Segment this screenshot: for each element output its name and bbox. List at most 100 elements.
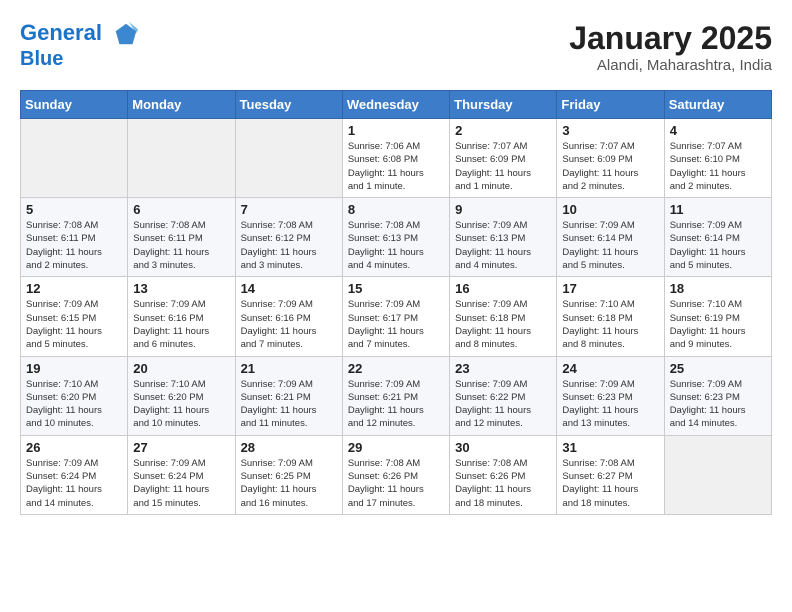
day-number: 26 [26,440,122,455]
day-cell-10: 10 Sunrise: 7:09 AM Sunset: 6:14 PM Dayli… [557,198,664,277]
week-row-3: 12 Sunrise: 7:09 AM Sunset: 6:15 PM Dayli… [21,277,772,356]
empty-cell [664,435,771,514]
week-row-1: 1Sunrise: 7:06 AM Sunset: 6:08 PM Daylig… [21,119,772,198]
day-info: Sunrise: 7:08 AM Sunset: 6:13 PM Dayligh… [348,219,444,272]
day-info: Sunrise: 7:08 AM Sunset: 6:26 PM Dayligh… [348,457,444,510]
weekday-header-row: SundayMondayTuesdayWednesdayThursdayFrid… [21,91,772,119]
day-info: Sunrise: 7:09 AM Sunset: 6:24 PM Dayligh… [26,457,122,510]
day-number: 8 [348,202,444,217]
day-cell-22: 22Sunrise: 7:09 AM Sunset: 6:21 PM Dayli… [342,356,449,435]
day-cell-24: 24Sunrise: 7:09 AM Sunset: 6:23 PM Dayli… [557,356,664,435]
day-number: 6 [133,202,229,217]
day-info: Sunrise: 7:10 AM Sunset: 6:18 PM Dayligh… [562,298,658,351]
day-info: Sunrise: 7:09 AM Sunset: 6:21 PM Dayligh… [241,378,337,431]
day-info: Sunrise: 7:09 AM Sunset: 6:14 PM Dayligh… [562,219,658,272]
day-number: 11 [670,202,766,217]
empty-cell [128,119,235,198]
day-info: Sunrise: 7:08 AM Sunset: 6:11 PM Dayligh… [26,219,122,272]
weekday-header-wednesday: Wednesday [342,91,449,119]
day-number: 30 [455,440,551,455]
day-number: 28 [241,440,337,455]
weekday-header-sunday: Sunday [21,91,128,119]
day-info: Sunrise: 7:08 AM Sunset: 6:12 PM Dayligh… [241,219,337,272]
day-info: Sunrise: 7:09 AM Sunset: 6:16 PM Dayligh… [133,298,229,351]
day-number: 15 [348,281,444,296]
day-info: Sunrise: 7:06 AM Sunset: 6:08 PM Dayligh… [348,140,444,193]
day-number: 25 [670,361,766,376]
day-info: Sunrise: 7:07 AM Sunset: 6:10 PM Dayligh… [670,140,766,193]
day-number: 19 [26,361,122,376]
day-cell-7: 7 Sunrise: 7:08 AM Sunset: 6:12 PM Daylig… [235,198,342,277]
day-cell-15: 15 Sunrise: 7:09 AM Sunset: 6:17 PM Dayli… [342,277,449,356]
day-number: 20 [133,361,229,376]
title-area: January 2025 Alandi, Maharashtra, India [569,20,772,74]
day-cell-5: 5 Sunrise: 7:08 AM Sunset: 6:11 PM Daylig… [21,198,128,277]
day-info: Sunrise: 7:09 AM Sunset: 6:17 PM Dayligh… [348,298,444,351]
day-number: 4 [670,123,766,138]
day-cell-3: 3Sunrise: 7:07 AM Sunset: 6:09 PM Daylig… [557,119,664,198]
day-number: 5 [26,202,122,217]
day-number: 29 [348,440,444,455]
day-number: 23 [455,361,551,376]
day-info: Sunrise: 7:09 AM Sunset: 6:18 PM Dayligh… [455,298,551,351]
day-info: Sunrise: 7:10 AM Sunset: 6:20 PM Dayligh… [26,378,122,431]
week-row-4: 19 Sunrise: 7:10 AM Sunset: 6:20 PM Dayli… [21,356,772,435]
day-info: Sunrise: 7:09 AM Sunset: 6:13 PM Dayligh… [455,219,551,272]
day-info: Sunrise: 7:09 AM Sunset: 6:23 PM Dayligh… [562,378,658,431]
day-cell-9: 9Sunrise: 7:09 AM Sunset: 6:13 PM Daylig… [450,198,557,277]
day-info: Sunrise: 7:09 AM Sunset: 6:22 PM Dayligh… [455,378,551,431]
day-number: 2 [455,123,551,138]
logo-general: General [20,20,102,45]
day-cell-28: 28 Sunrise: 7:09 AM Sunset: 6:25 PM Dayli… [235,435,342,514]
weekday-header-thursday: Thursday [450,91,557,119]
day-cell-4: 4 Sunrise: 7:07 AM Sunset: 6:10 PM Daylig… [664,119,771,198]
day-number: 7 [241,202,337,217]
day-info: Sunrise: 7:07 AM Sunset: 6:09 PM Dayligh… [562,140,658,193]
day-info: Sunrise: 7:10 AM Sunset: 6:20 PM Dayligh… [133,378,229,431]
location-subtitle: Alandi, Maharashtra, India [569,57,772,74]
day-cell-12: 12 Sunrise: 7:09 AM Sunset: 6:15 PM Dayli… [21,277,128,356]
day-cell-26: 26 Sunrise: 7:09 AM Sunset: 6:24 PM Dayli… [21,435,128,514]
day-number: 14 [241,281,337,296]
weekday-header-tuesday: Tuesday [235,91,342,119]
logo: General Blue [20,20,140,70]
day-cell-1: 1Sunrise: 7:06 AM Sunset: 6:08 PM Daylig… [342,119,449,198]
month-title: January 2025 [569,20,772,57]
day-cell-27: 27Sunrise: 7:09 AM Sunset: 6:24 PM Dayli… [128,435,235,514]
week-row-2: 5 Sunrise: 7:08 AM Sunset: 6:11 PM Daylig… [21,198,772,277]
day-cell-19: 19 Sunrise: 7:10 AM Sunset: 6:20 PM Dayli… [21,356,128,435]
day-number: 27 [133,440,229,455]
day-cell-14: 14 Sunrise: 7:09 AM Sunset: 6:16 PM Dayli… [235,277,342,356]
page-header: General Blue January 2025 Alandi, Mahara… [20,20,772,74]
day-cell-11: 11 Sunrise: 7:09 AM Sunset: 6:14 PM Dayli… [664,198,771,277]
day-info: Sunrise: 7:09 AM Sunset: 6:16 PM Dayligh… [241,298,337,351]
day-cell-16: 16 Sunrise: 7:09 AM Sunset: 6:18 PM Dayli… [450,277,557,356]
day-info: Sunrise: 7:09 AM Sunset: 6:15 PM Dayligh… [26,298,122,351]
weekday-header-saturday: Saturday [664,91,771,119]
day-cell-13: 13Sunrise: 7:09 AM Sunset: 6:16 PM Dayli… [128,277,235,356]
day-info: Sunrise: 7:09 AM Sunset: 6:25 PM Dayligh… [241,457,337,510]
day-cell-6: 6 Sunrise: 7:08 AM Sunset: 6:11 PM Daylig… [128,198,235,277]
day-cell-29: 29 Sunrise: 7:08 AM Sunset: 6:26 PM Dayli… [342,435,449,514]
day-cell-30: 30 Sunrise: 7:08 AM Sunset: 6:26 PM Dayli… [450,435,557,514]
day-info: Sunrise: 7:09 AM Sunset: 6:14 PM Dayligh… [670,219,766,272]
day-info: Sunrise: 7:08 AM Sunset: 6:11 PM Dayligh… [133,219,229,272]
logo-blue: Blue [20,48,140,70]
day-info: Sunrise: 7:07 AM Sunset: 6:09 PM Dayligh… [455,140,551,193]
weekday-header-monday: Monday [128,91,235,119]
day-number: 10 [562,202,658,217]
day-cell-31: 31 Sunrise: 7:08 AM Sunset: 6:27 PM Dayli… [557,435,664,514]
day-cell-18: 18Sunrise: 7:10 AM Sunset: 6:19 PM Dayli… [664,277,771,356]
day-info: Sunrise: 7:09 AM Sunset: 6:21 PM Dayligh… [348,378,444,431]
day-cell-17: 17Sunrise: 7:10 AM Sunset: 6:18 PM Dayli… [557,277,664,356]
day-info: Sunrise: 7:08 AM Sunset: 6:26 PM Dayligh… [455,457,551,510]
empty-cell [235,119,342,198]
day-cell-23: 23 Sunrise: 7:09 AM Sunset: 6:22 PM Dayli… [450,356,557,435]
day-number: 31 [562,440,658,455]
day-number: 16 [455,281,551,296]
day-info: Sunrise: 7:10 AM Sunset: 6:19 PM Dayligh… [670,298,766,351]
day-cell-25: 25Sunrise: 7:09 AM Sunset: 6:23 PM Dayli… [664,356,771,435]
day-number: 12 [26,281,122,296]
day-cell-8: 8 Sunrise: 7:08 AM Sunset: 6:13 PM Daylig… [342,198,449,277]
day-info: Sunrise: 7:08 AM Sunset: 6:27 PM Dayligh… [562,457,658,510]
